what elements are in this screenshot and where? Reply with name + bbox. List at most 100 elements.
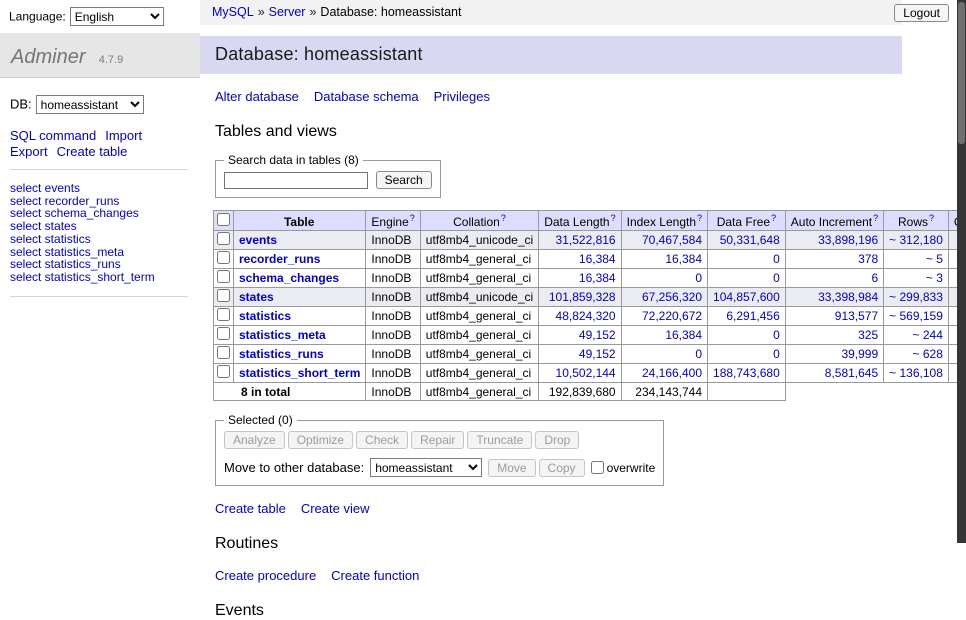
column-header-auto-increment: Auto Increment? xyxy=(785,211,883,231)
language-select[interactable]: English xyxy=(70,7,164,26)
auto-increment-cell: 325 xyxy=(785,326,883,345)
overwrite-checkbox[interactable] xyxy=(591,461,604,474)
engine-cell: InnoDB xyxy=(366,231,420,250)
search-button[interactable]: Search xyxy=(376,171,432,189)
row-checkbox[interactable] xyxy=(217,308,230,321)
app-header: Adminer 4.7.9 xyxy=(0,33,200,78)
scrollbar-thumb[interactable] xyxy=(958,2,965,144)
create-links: Create table Create view xyxy=(215,501,912,516)
data-free-cell: 0 xyxy=(708,345,786,364)
sidebar-commands: SQL command Import Export Create table xyxy=(10,128,188,170)
auto-increment-cell: 39,999 xyxy=(785,345,883,364)
help-icon[interactable]: ? xyxy=(771,213,776,223)
sidebar-sql-command-link[interactable]: SQL command xyxy=(10,128,96,143)
logout-button[interactable]: Logout xyxy=(894,4,949,22)
data-free-cell: 6,291,456 xyxy=(708,307,786,326)
row-checkbox[interactable] xyxy=(217,365,230,378)
collation-cell: utf8mb4_general_ci xyxy=(420,250,538,269)
rows-count-cell: ~ 136,108 xyxy=(884,364,949,383)
privileges-link[interactable]: Privileges xyxy=(434,89,490,104)
engine-cell: InnoDB xyxy=(366,326,420,345)
row-checkbox[interactable] xyxy=(217,327,230,340)
rows-count-cell: ~ 628 xyxy=(884,345,949,364)
auto-increment-cell: 33,898,196 xyxy=(785,231,883,250)
data-length-cell: 16,384 xyxy=(539,269,621,288)
search-input[interactable] xyxy=(224,172,368,189)
auto-increment-cell: 378 xyxy=(785,250,883,269)
engine-cell: InnoDB xyxy=(366,250,420,269)
collation-cell: utf8mb4_general_ci xyxy=(420,345,538,364)
drop-button: Drop xyxy=(535,431,579,449)
help-icon[interactable]: ? xyxy=(873,213,878,223)
overwrite-label: overwrite xyxy=(607,461,656,475)
table-link[interactable]: recorder_runs xyxy=(239,252,320,266)
table-link[interactable]: statistics_runs xyxy=(239,347,324,361)
column-header-data-length: Data Length? xyxy=(539,211,621,231)
main-content: Database: homeassistant Alter databaseDa… xyxy=(200,25,912,620)
row-checkbox[interactable] xyxy=(217,346,230,359)
total-label: 8 in total xyxy=(214,383,366,401)
table-row: schema_changes InnoDB utf8mb4_general_ci… xyxy=(214,269,966,288)
data-length-cell: 101,859,328 xyxy=(539,288,621,307)
select-all-checkbox[interactable] xyxy=(217,213,230,226)
table-link[interactable]: statistics_meta xyxy=(239,328,326,342)
index-length-total-cell: 234,143,744 xyxy=(621,383,707,401)
events-heading: Events xyxy=(215,602,912,620)
data-free-cell: 0 xyxy=(708,250,786,269)
move-database-select[interactable]: homeassistant xyxy=(370,458,482,477)
data-free-cell: 0 xyxy=(708,269,786,288)
breadcrumb-mysql-link[interactable]: MySQL xyxy=(212,5,254,19)
index-length-cell: 0 xyxy=(621,345,707,364)
auto-increment-cell: 6 xyxy=(785,269,883,288)
data-length-cell: 48,824,320 xyxy=(539,307,621,326)
sidebar-item-select-statistics-short-term[interactable]: select statistics_short_term xyxy=(10,271,188,284)
db-select[interactable]: homeassistant xyxy=(36,95,144,114)
breadcrumb-server-link[interactable]: Server xyxy=(269,5,306,19)
rows-count-cell: ~ 3 xyxy=(884,269,949,288)
table-link[interactable]: states xyxy=(239,290,274,304)
sidebar-item-select-statistics[interactable]: select statistics xyxy=(10,233,188,246)
copy-button: Copy xyxy=(539,459,585,477)
help-icon[interactable]: ? xyxy=(410,213,415,223)
table-link[interactable]: statistics_short_term xyxy=(239,366,360,380)
routine-links: Create procedure Create function xyxy=(215,568,912,583)
sidebar-export-link[interactable]: Export xyxy=(10,144,48,159)
engine-cell: InnoDB xyxy=(366,288,420,307)
index-length-cell: 0 xyxy=(621,269,707,288)
vertical-scrollbar[interactable] xyxy=(957,0,966,543)
table-row: statistics_meta InnoDB utf8mb4_general_c… xyxy=(214,326,966,345)
alter-database-link[interactable]: Alter database xyxy=(215,89,299,104)
row-checkbox[interactable] xyxy=(217,251,230,264)
sidebar-item-select-states[interactable]: select states xyxy=(10,220,188,233)
data-free-total-cell xyxy=(708,383,786,401)
create-view-link[interactable]: Create view xyxy=(301,501,370,516)
overwrite-option: overwrite xyxy=(591,461,656,475)
index-length-cell: 70,467,584 xyxy=(621,231,707,250)
sidebar-item-select-events[interactable]: select events xyxy=(10,182,188,195)
data-free-cell: 50,331,648 xyxy=(708,231,786,250)
row-checkbox[interactable] xyxy=(217,289,230,302)
database-schema-link[interactable]: Database schema xyxy=(314,89,419,104)
data-length-cell: 49,152 xyxy=(539,326,621,345)
data-length-cell: 10,502,144 xyxy=(539,364,621,383)
sidebar-import-link[interactable]: Import xyxy=(105,128,142,143)
move-row: Move to other database: homeassistant Mo… xyxy=(224,458,655,477)
table-link[interactable]: events xyxy=(239,233,277,247)
create-table-link[interactable]: Create table xyxy=(215,501,286,516)
row-checkbox[interactable] xyxy=(217,270,230,283)
help-icon[interactable]: ? xyxy=(501,213,506,223)
row-checkbox[interactable] xyxy=(217,232,230,245)
help-icon[interactable]: ? xyxy=(611,213,616,223)
engine-cell: InnoDB xyxy=(366,307,420,326)
selected-fieldset: Selected (0) AnalyzeOptimizeCheckRepairT… xyxy=(215,413,664,486)
sidebar-create-table-link[interactable]: Create table xyxy=(57,144,128,159)
create-function-link[interactable]: Create function xyxy=(331,568,419,583)
table-link[interactable]: statistics xyxy=(239,309,291,323)
create-procedure-link[interactable]: Create procedure xyxy=(215,568,316,583)
column-header-data-free: Data Free? xyxy=(708,211,786,231)
help-icon[interactable]: ? xyxy=(697,213,702,223)
rows-count-cell: ~ 5 xyxy=(884,250,949,269)
help-icon[interactable]: ? xyxy=(929,213,934,223)
auto-increment-cell: 8,581,645 xyxy=(785,364,883,383)
table-link[interactable]: schema_changes xyxy=(239,271,339,285)
